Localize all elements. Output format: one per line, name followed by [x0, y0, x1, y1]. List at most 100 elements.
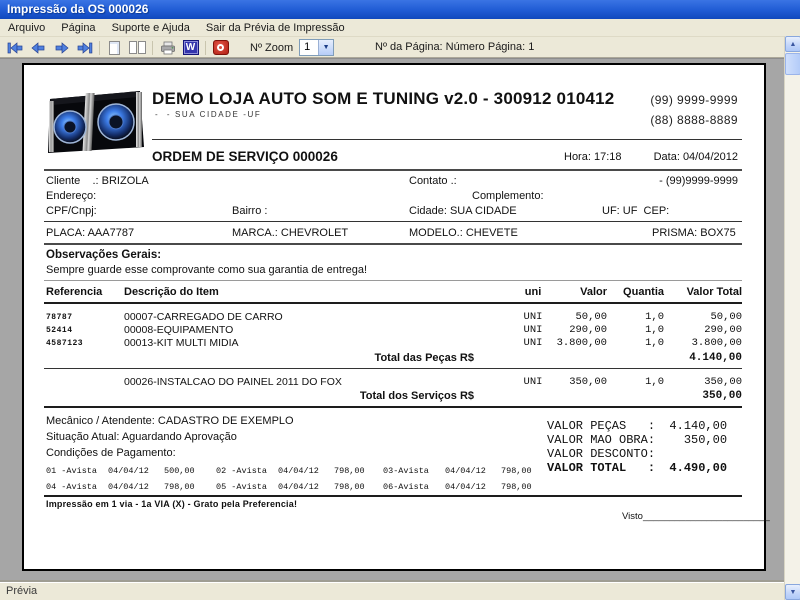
- divider: [44, 406, 742, 408]
- single-page-icon: [109, 41, 120, 55]
- zoom-select[interactable]: 1 ▼: [299, 39, 334, 56]
- valor-pecas-line: VALOR PEÇAS : 4.140,00: [547, 419, 727, 433]
- first-page-button[interactable]: [4, 39, 27, 57]
- service-valor: 350,00: [530, 376, 607, 388]
- divider: [44, 243, 742, 245]
- toolbar: W Nº Zoom 1 ▼ Nº da Página: Número Págin…: [0, 37, 800, 58]
- next-page-button[interactable]: [50, 39, 73, 57]
- first-page-icon: [7, 42, 24, 54]
- item-desc: 00007-CARREGADO DE CARRO: [124, 311, 283, 323]
- item-valor: 50,00: [530, 311, 607, 323]
- next-page-icon: [53, 42, 70, 54]
- services-total-value: 350,00: [657, 390, 742, 402]
- divider: [44, 302, 742, 304]
- vertical-scrollbar[interactable]: ▲ ▼: [784, 36, 800, 600]
- print-preview-window: Impressão da OS 000026 Arquivo Página Su…: [0, 0, 800, 600]
- item-total: 50,00: [657, 311, 742, 323]
- last-page-button[interactable]: [73, 39, 96, 57]
- company-subtitle: - - SUA CIDADE -UF: [155, 110, 261, 119]
- col-header-ref: Referencia: [46, 286, 102, 298]
- order-time: Hora: 17:18: [564, 151, 621, 163]
- parts-total-label: Total das Peças R$: [124, 352, 474, 364]
- parts-total-value: 4.140,00: [657, 352, 742, 364]
- order-title: ORDEM DE SERVIÇO 000026: [152, 149, 338, 164]
- company-title: DEMO LOJA AUTO SOM E TUNING v2.0 - 30091…: [152, 89, 614, 109]
- status-text: Prévia: [6, 585, 37, 597]
- col-header-total: Valor Total: [657, 286, 742, 298]
- col-header-valor: Valor: [530, 286, 607, 298]
- single-page-view-button[interactable]: [103, 39, 126, 57]
- vehicle-plate: PLACA: AAA7787: [46, 227, 134, 239]
- uf-cep-value: UF: UF CEP:: [602, 205, 669, 217]
- item-valor: 290,00: [530, 324, 607, 336]
- item-desc: 00013-KIT MULTI MIDIA: [124, 337, 239, 349]
- previous-page-button[interactable]: [27, 39, 50, 57]
- previous-page-icon: [30, 42, 47, 54]
- payment-entry: 06-Avista04/04/12798,00: [383, 482, 547, 492]
- document-viewport[interactable]: DEMO LOJA AUTO SOM E TUNING v2.0 - 30091…: [0, 58, 784, 582]
- divider: [44, 280, 742, 281]
- valor-desconto-line: VALOR DESCONTO:: [547, 447, 655, 461]
- cpf-label: CPF/Cnpj:: [46, 205, 97, 217]
- payment-entry: 04 -Avista04/04/12798,00: [46, 482, 210, 492]
- item-ref: 4587123: [46, 339, 83, 348]
- window-titlebar[interactable]: Impressão da OS 000026: [0, 0, 800, 19]
- zoom-label: Nº Zoom: [250, 42, 293, 54]
- complement-label: Complemento:: [472, 190, 544, 202]
- zoom-value: 1: [300, 40, 318, 55]
- menu-bar: Arquivo Página Suporte e Ajuda Sair da P…: [0, 19, 800, 37]
- divider: [152, 139, 742, 140]
- menu-item-sair-previa[interactable]: Sair da Prévia de Impressão: [198, 19, 353, 37]
- scroll-down-icon[interactable]: ▼: [785, 584, 800, 600]
- divider: [44, 368, 742, 369]
- divider: [44, 221, 742, 222]
- address-label: Endereço:: [46, 190, 96, 202]
- window-title: Impressão da OS 000026: [7, 2, 148, 16]
- company-phone-1: (99) 9999-9999: [650, 93, 738, 107]
- vehicle-brand: MARCA.: CHEVROLET: [232, 227, 348, 239]
- service-desc: 00026-INSTALCAO DO PAINEL 2011 DO FOX: [124, 376, 342, 388]
- status-bar: Prévia: [0, 582, 784, 600]
- last-page-icon: [76, 42, 93, 54]
- scroll-up-icon[interactable]: ▲: [785, 36, 800, 52]
- mechanic-line: Mecânico / Atendente: CADASTRO DE EXEMPL…: [46, 415, 294, 427]
- payment-entry: 05 -Avista04/04/12798,00: [216, 482, 380, 492]
- observations-text: Sempre guarde esse comprovante como sua …: [46, 264, 367, 276]
- payment-conditions-label: Condições de Pagamento:: [46, 447, 176, 459]
- divider: [44, 169, 742, 171]
- vehicle-prisma: PRISMA: BOX75: [652, 227, 736, 239]
- observations-title: Observações Gerais:: [46, 249, 161, 261]
- two-page-icon: [129, 41, 146, 54]
- service-total: 350,00: [657, 376, 742, 388]
- two-page-view-button[interactable]: [126, 39, 149, 57]
- export-word-button[interactable]: W: [179, 39, 202, 57]
- item-desc: 00008-EQUIPAMENTO: [124, 324, 233, 336]
- menu-item-suporte[interactable]: Suporte e Ajuda: [104, 19, 198, 37]
- page-info-label: Nº da Página: Número Página: 1: [375, 41, 534, 53]
- divider: [44, 495, 742, 497]
- close-preview-button[interactable]: [209, 39, 232, 57]
- payment-entry: 01 -Avista04/04/12500,00: [46, 466, 210, 476]
- toolbar-separator: [152, 41, 153, 55]
- payment-entry: 02 -Avista04/04/12798,00: [216, 466, 380, 476]
- menu-item-arquivo[interactable]: Arquivo: [0, 19, 53, 37]
- chevron-down-icon[interactable]: ▼: [318, 40, 333, 55]
- valor-total-line: VALOR TOTAL : 4.490,00: [547, 461, 727, 475]
- toolbar-separator: [205, 41, 206, 55]
- status-line: Situação Atual: Aguardando Aprovação: [46, 431, 237, 443]
- city-value: Cidade: SUA CIDADE: [409, 205, 517, 217]
- payment-entry: 03-Avista04/04/12798,00: [383, 466, 547, 476]
- menu-item-pagina[interactable]: Página: [53, 19, 103, 37]
- document-page: DEMO LOJA AUTO SOM E TUNING v2.0 - 30091…: [22, 63, 766, 571]
- item-ref: 52414: [46, 326, 73, 335]
- contact-label: Contato .:: [409, 175, 457, 187]
- item-total: 3.800,00: [657, 337, 742, 349]
- item-ref: 78787: [46, 313, 73, 322]
- scrollbar-thumb[interactable]: [785, 53, 800, 75]
- print-button[interactable]: [156, 39, 179, 57]
- contact-phone: - (99)9999-9999: [659, 175, 738, 187]
- toolbar-separator: [99, 41, 100, 55]
- company-logo: [44, 85, 146, 159]
- printer-icon: [160, 41, 176, 55]
- district-label: Bairro :: [232, 205, 267, 217]
